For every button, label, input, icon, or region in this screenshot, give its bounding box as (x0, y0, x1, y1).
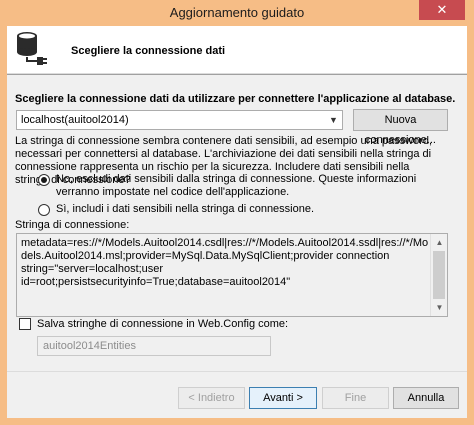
wizard-client-area: Scegliere la connessione dati Scegliere … (7, 26, 467, 418)
entities-name-field: auitool2014Entities (37, 336, 271, 356)
close-button[interactable]: ✕ (419, 0, 465, 20)
footer-divider (7, 371, 467, 372)
save-to-webconfig-checkbox[interactable] (19, 318, 31, 330)
database-plug-icon (17, 32, 47, 65)
connection-dropdown-value: localhost(auitool2014) (21, 114, 129, 126)
radio-include-button[interactable] (38, 204, 50, 216)
radio-exclude-sensitive[interactable]: No, escludi dati sensibili dalla stringa… (38, 173, 458, 203)
save-to-webconfig-label[interactable]: Salva stringhe di connessione in Web.Con… (37, 318, 288, 331)
title-bar[interactable]: Aggiornamento guidato ✕ (0, 0, 474, 26)
scroll-down-icon[interactable]: ▼ (431, 299, 448, 316)
radio-include-sensitive[interactable]: Sì, includi i dati sensibili nella strin… (38, 203, 458, 219)
connection-string-scrollbar[interactable]: ▲ ▼ (430, 234, 447, 316)
cancel-button[interactable]: Annulla (393, 387, 459, 409)
header-divider (7, 74, 467, 75)
back-button: < Indietro (178, 387, 245, 409)
connection-string-label: Stringa di connessione: (15, 219, 130, 231)
window-title: Aggiornamento guidato (169, 5, 305, 20)
choose-connection-label: Scegliere la connessione dati da utilizz… (15, 93, 456, 105)
connection-string-value[interactable]: metadata=res://*/Models.Auitool2014.csdl… (21, 237, 429, 289)
radio-include-label[interactable]: Sì, includi i dati sensibili nella strin… (56, 203, 461, 216)
radio-exclude-button[interactable] (38, 174, 50, 186)
new-connection-button[interactable]: Nuova connessione... (353, 109, 448, 146)
scroll-thumb[interactable] (433, 251, 445, 299)
connection-dropdown[interactable]: localhost(auitool2014) ▼ (16, 110, 343, 130)
scroll-up-icon[interactable]: ▲ (431, 234, 448, 251)
next-button[interactable]: Avanti > (249, 387, 317, 409)
finish-button: Fine (322, 387, 389, 409)
wizard-header: Scegliere la connessione dati (7, 26, 467, 74)
chevron-down-icon[interactable]: ▼ (325, 111, 342, 129)
entities-name-value: auitool2014Entities (43, 340, 136, 352)
save-to-webconfig-row[interactable]: Salva stringhe di connessione in Web.Con… (19, 318, 439, 332)
page-title: Scegliere la connessione dati (71, 45, 226, 57)
connection-string-box[interactable]: metadata=res://*/Models.Auitool2014.csdl… (16, 233, 448, 317)
radio-exclude-label[interactable]: No, escludi dati sensibili dalla stringa… (56, 173, 461, 199)
wizard-window: Aggiornamento guidato ✕ Scegliere la con… (0, 0, 474, 425)
